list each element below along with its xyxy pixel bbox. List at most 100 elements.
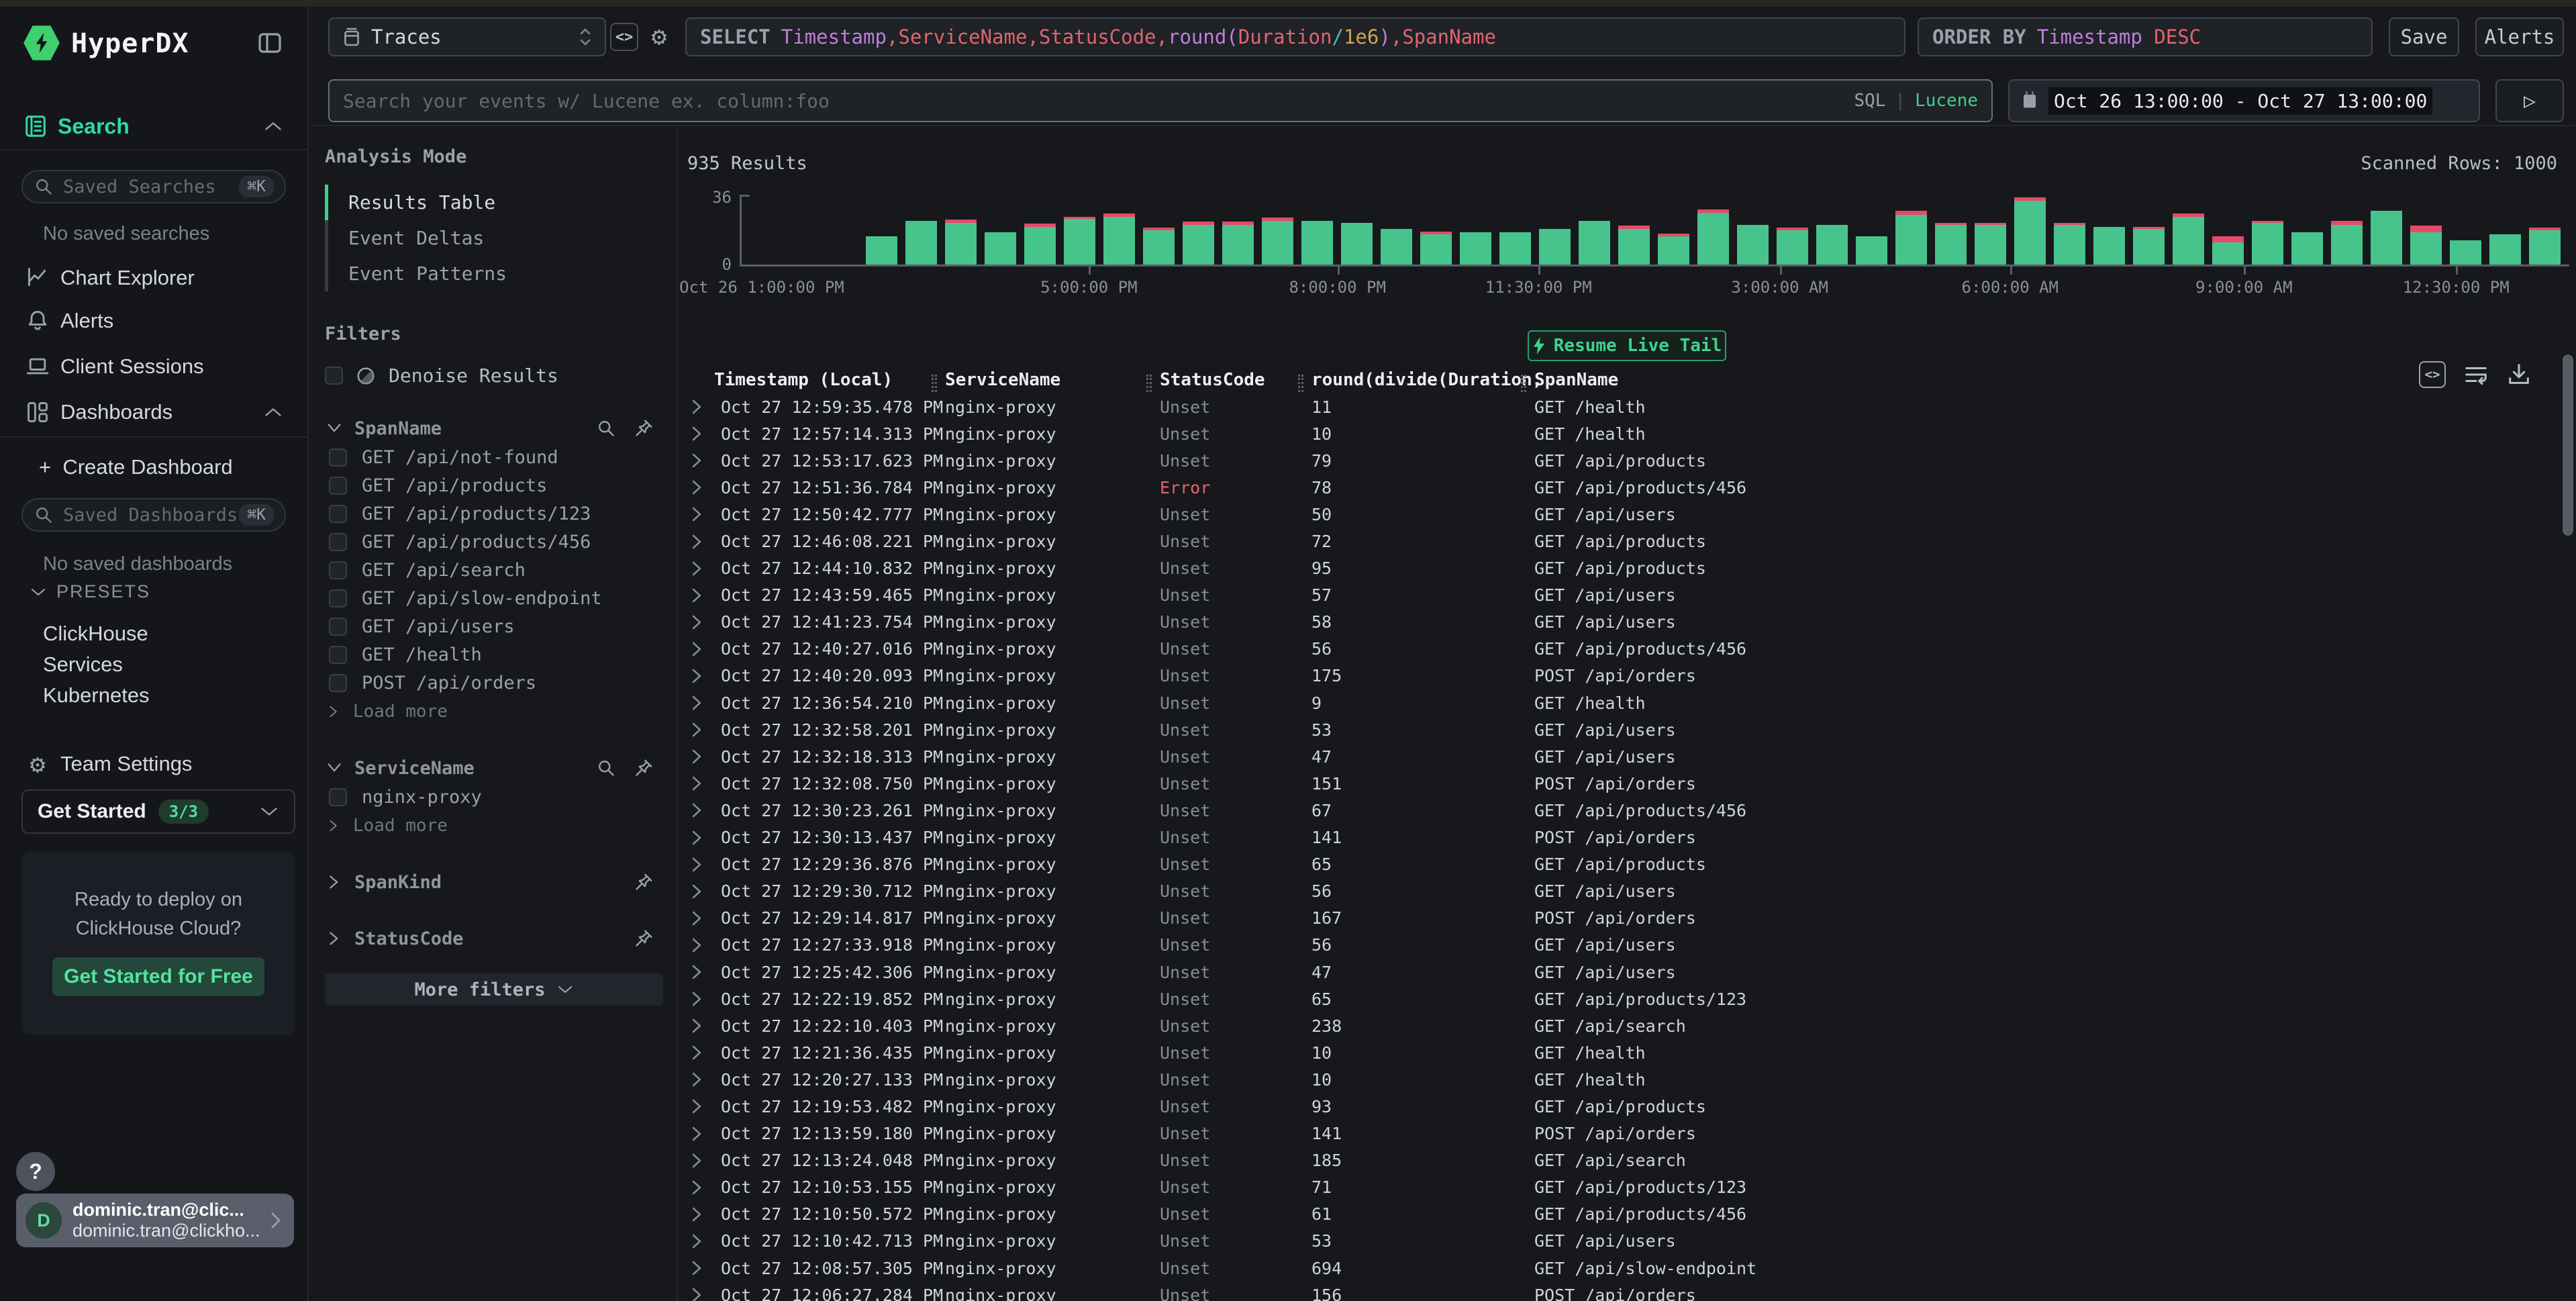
row-expand-icon[interactable]: [679, 640, 714, 658]
saved-dashboards-input[interactable]: Saved Dashboards ⌘K: [21, 498, 286, 532]
checkbox[interactable]: [329, 589, 347, 608]
search-icon[interactable]: [596, 418, 616, 438]
presets-section-toggle[interactable]: PRESETS: [30, 581, 150, 602]
row-expand-icon[interactable]: [679, 1017, 714, 1034]
save-button[interactable]: Save: [2389, 17, 2459, 56]
checkbox[interactable]: [329, 646, 347, 664]
row-expand-icon[interactable]: [679, 614, 714, 631]
user-menu[interactable]: D dominic.tran@clic... dominic.tran@clic…: [16, 1194, 294, 1247]
table-row[interactable]: Oct 27 12:20:27.133 PM nginx-proxy Unset…: [679, 1066, 2556, 1093]
table-row[interactable]: Oct 27 12:51:36.784 PM nginx-proxy Error…: [679, 474, 2556, 501]
denoise-results-option[interactable]: Denoise Results: [325, 365, 663, 387]
table-row[interactable]: Oct 27 12:10:50.572 PM nginx-proxy Unset…: [679, 1201, 2556, 1228]
checkbox[interactable]: [329, 561, 347, 579]
create-dashboard-button[interactable]: + Create Dashboard: [0, 448, 307, 486]
source-select[interactable]: Traces: [328, 17, 606, 56]
row-expand-icon[interactable]: [679, 587, 714, 604]
col-header-timestamp[interactable]: Timestamp (Local): [714, 370, 945, 390]
filter-checkbox-item[interactable]: GET /api/users: [325, 612, 663, 640]
row-expand-icon[interactable]: [679, 990, 714, 1008]
get-started-dropdown[interactable]: Get Started 3/3: [21, 789, 295, 834]
filter-checkbox-item[interactable]: POST /api/orders: [325, 669, 663, 697]
table-row[interactable]: Oct 27 12:21:36.435 PM nginx-proxy Unset…: [679, 1039, 2556, 1066]
table-row[interactable]: Oct 27 12:40:27.016 PM nginx-proxy Unset…: [679, 636, 2556, 663]
checkbox[interactable]: [329, 533, 347, 551]
checkbox[interactable]: [329, 674, 347, 692]
analysis-mode-option[interactable]: Results Table: [325, 185, 663, 220]
filter-group-header[interactable]: ServiceName: [325, 753, 663, 783]
table-row[interactable]: Oct 27 12:43:59.465 PM nginx-proxy Unset…: [679, 582, 2556, 609]
row-expand-icon[interactable]: [679, 1098, 714, 1115]
more-filters-button[interactable]: More filters: [325, 973, 663, 1006]
alerts-button[interactable]: Alerts: [2475, 17, 2564, 56]
sidebar-item-clickhouse[interactable]: ClickHouse: [43, 622, 148, 646]
row-expand-icon[interactable]: [679, 560, 714, 577]
row-expand-icon[interactable]: [679, 1233, 714, 1250]
row-expand-icon[interactable]: [679, 721, 714, 738]
analysis-mode-option[interactable]: Event Deltas: [325, 220, 663, 256]
checkbox[interactable]: [329, 448, 347, 467]
edit-sql-icon[interactable]: <>: [610, 23, 638, 51]
row-expand-icon[interactable]: [679, 694, 714, 712]
row-expand-icon[interactable]: [679, 856, 714, 873]
source-settings-gear-icon[interactable]: ⚙: [644, 21, 674, 51]
denoise-checkbox[interactable]: [325, 367, 343, 385]
table-row[interactable]: Oct 27 12:22:10.403 PM nginx-proxy Unset…: [679, 1012, 2556, 1039]
col-header-duration[interactable]: round(divide(Duration,: [1311, 370, 1534, 390]
row-expand-icon[interactable]: [679, 829, 714, 847]
order-by-input[interactable]: ORDER BY Timestamp DESC: [1918, 17, 2373, 56]
column-resize-handle[interactable]: [1521, 375, 1526, 392]
pin-icon[interactable]: [634, 758, 654, 778]
table-row[interactable]: Oct 27 12:10:53.155 PM nginx-proxy Unset…: [679, 1174, 2556, 1201]
table-row[interactable]: Oct 27 12:29:36.876 PM nginx-proxy Unset…: [679, 851, 2556, 878]
table-row[interactable]: Oct 27 12:41:23.754 PM nginx-proxy Unset…: [679, 609, 2556, 636]
sidebar-item-chart-explorer[interactable]: Chart Explorer: [0, 259, 307, 297]
help-button[interactable]: ?: [16, 1152, 55, 1191]
table-row[interactable]: Oct 27 12:22:19.852 PM nginx-proxy Unset…: [679, 985, 2556, 1012]
row-expand-icon[interactable]: [679, 963, 714, 981]
row-expand-icon[interactable]: [679, 1206, 714, 1223]
table-row[interactable]: Oct 27 12:57:14.313 PM nginx-proxy Unset…: [679, 420, 2556, 447]
row-expand-icon[interactable]: [679, 802, 714, 819]
table-row[interactable]: Oct 27 12:36:54.210 PM nginx-proxy Unset…: [679, 689, 2556, 716]
table-row[interactable]: Oct 27 12:30:13.437 PM nginx-proxy Unset…: [679, 824, 2556, 851]
row-expand-icon[interactable]: [679, 1044, 714, 1061]
table-row[interactable]: Oct 27 12:19:53.482 PM nginx-proxy Unset…: [679, 1093, 2556, 1120]
row-expand-icon[interactable]: [679, 425, 714, 442]
column-resize-handle[interactable]: [1146, 375, 1152, 392]
table-row[interactable]: Oct 27 12:44:10.832 PM nginx-proxy Unset…: [679, 555, 2556, 582]
row-expand-icon[interactable]: [679, 1152, 714, 1169]
table-row[interactable]: Oct 27 12:40:20.093 PM nginx-proxy Unset…: [679, 663, 2556, 689]
row-expand-icon[interactable]: [679, 748, 714, 765]
filter-checkbox-item[interactable]: nginx-proxy: [325, 783, 663, 811]
table-scrollbar[interactable]: [2563, 354, 2573, 536]
sidebar-item-services[interactable]: Services: [43, 653, 123, 677]
chevron-up-icon[interactable]: [263, 120, 283, 132]
language-lucene-toggle[interactable]: Lucene: [1915, 91, 1978, 111]
load-more-button[interactable]: Load more: [325, 697, 663, 726]
load-more-button[interactable]: Load more: [325, 811, 663, 840]
table-row[interactable]: Oct 27 12:29:30.712 PM nginx-proxy Unset…: [679, 878, 2556, 905]
column-resize-handle[interactable]: [932, 375, 937, 392]
filter-group-header[interactable]: SpanName: [325, 414, 663, 443]
table-row[interactable]: Oct 27 12:32:58.201 PM nginx-proxy Unset…: [679, 716, 2556, 743]
sidebar-item-kubernetes[interactable]: Kubernetes: [43, 683, 150, 708]
table-row[interactable]: Oct 27 12:27:33.918 PM nginx-proxy Unset…: [679, 932, 2556, 959]
row-expand-icon[interactable]: [679, 452, 714, 469]
col-header-servicename[interactable]: ServiceName: [945, 370, 1160, 390]
chevron-up-icon[interactable]: [263, 406, 283, 418]
analysis-mode-option[interactable]: Event Patterns: [325, 256, 663, 291]
table-row[interactable]: Oct 27 12:46:08.221 PM nginx-proxy Unset…: [679, 528, 2556, 555]
row-expand-icon[interactable]: [679, 1286, 714, 1301]
row-expand-icon[interactable]: [679, 479, 714, 496]
row-expand-icon[interactable]: [679, 398, 714, 416]
table-row[interactable]: Oct 27 12:30:23.261 PM nginx-proxy Unset…: [679, 797, 2556, 824]
sidebar-collapse-icon[interactable]: [256, 30, 283, 56]
results-histogram[interactable]: Oct 26 1:00:00 PM5:00:00 PM8:00:00 PM11:…: [740, 195, 2569, 267]
filter-checkbox-item[interactable]: GET /api/search: [325, 556, 663, 584]
get-started-free-button[interactable]: Get Started for Free: [52, 957, 264, 996]
row-expand-icon[interactable]: [679, 1125, 714, 1143]
saved-searches-input[interactable]: Saved Searches ⌘K: [21, 170, 286, 203]
sidebar-item-dashboards[interactable]: Dashboards: [0, 393, 307, 431]
table-row[interactable]: Oct 27 12:25:42.306 PM nginx-proxy Unset…: [679, 959, 2556, 985]
